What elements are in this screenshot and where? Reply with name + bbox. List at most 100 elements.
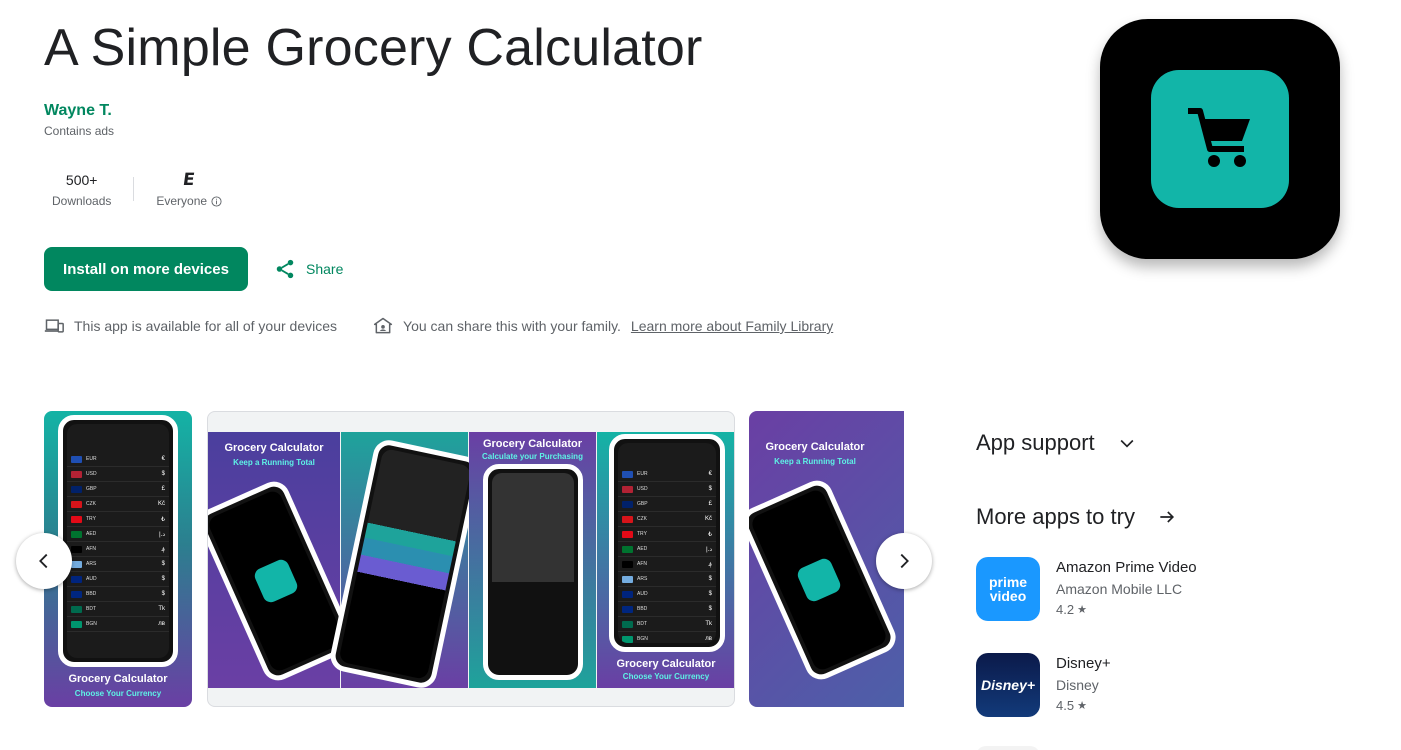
currency-code: USD: [86, 471, 97, 477]
family-home-icon: [373, 317, 393, 334]
flag-icon: [622, 530, 633, 538]
app-card-partial[interactable]: [976, 746, 1040, 750]
screenshot-subtitle: Keep a Running Total: [774, 457, 856, 466]
currency-symbol: Tk: [158, 606, 165, 612]
flag-icon: [71, 455, 82, 463]
currency-row: BBD $: [618, 602, 716, 617]
currency-code: ARS: [86, 561, 97, 567]
esrb-everyone-icon: E: [182, 170, 197, 190]
currency-symbol: $: [708, 591, 712, 597]
cart-logo-icon: [252, 557, 300, 605]
flag-icon: [71, 470, 82, 478]
developer-link[interactable]: Wayne T.: [44, 102, 112, 120]
app-rating: 4.5 ★: [1056, 698, 1087, 713]
currency-symbol: лв: [158, 621, 165, 627]
currency-code: TRY: [86, 516, 96, 522]
currency-symbol: $: [161, 561, 165, 567]
currency-list: EUR € USD $ GBP £ CZK Kč TRY ₺ AED د.إ AFN ؋ ARS $ AUD $ B…: [67, 424, 169, 658]
flag-icon: [622, 635, 633, 643]
install-button[interactable]: Install on more devices: [44, 247, 248, 291]
currency-code: CZK: [637, 516, 647, 522]
flag-icon: [622, 575, 633, 583]
phone-mockup: [483, 464, 583, 680]
currency-symbol: $: [161, 471, 165, 477]
content-rating-text: Everyone: [156, 194, 208, 208]
phone-mockup: EUR € USD $ GBP £ CZK Kč TRY ₺ AED د.إ AFN ؋ ARS $ AUD $ B…: [58, 415, 178, 667]
currency-code: AED: [86, 531, 97, 537]
currency-row: BGN лв: [67, 617, 169, 632]
panel-subtitle: Calculate your Purchasing: [482, 452, 583, 461]
app-card-prime-video[interactable]: prime video Amazon Prime Video Amazon Mo…: [976, 557, 1197, 621]
downloads-value: 500+: [65, 172, 98, 188]
app-title: A Simple Grocery Calculator: [44, 19, 703, 77]
devices-note: This app is available for all of your de…: [44, 316, 337, 336]
currency-code: TRY: [637, 531, 647, 537]
currency-symbol: د.إ: [158, 531, 165, 538]
app-name: Disney+: [1056, 655, 1111, 672]
app-support-heading: App support: [976, 430, 1095, 455]
availability-notes: This app is available for all of your de…: [44, 316, 833, 336]
phone-mockup: EUR € USD $ GBP £ CZK Kč TRY ₺ AED د.إ AFN ؋ ARS $ AUD $ B…: [609, 434, 725, 652]
currency-row: USD $: [67, 467, 169, 482]
chevron-right-icon: [900, 553, 909, 569]
currency-code: BGN: [637, 636, 648, 642]
flag-icon: [622, 605, 633, 613]
currency-code: AUD: [86, 576, 97, 582]
flag-icon: [71, 575, 82, 583]
carousel-prev-button[interactable]: [16, 533, 72, 589]
currency-row: AED د.إ: [618, 542, 716, 557]
flag-icon: [71, 605, 82, 613]
screenshot-carousel: EUR € USD $ GBP £ CZK Kč TRY ₺ AED د.إ AFN ؋ ARS $ AUD $ B…: [44, 411, 904, 711]
panel-running-total: Grocery Calculator Keep a Running Total: [208, 432, 358, 688]
currency-row: GBP £: [67, 482, 169, 497]
currency-row: EUR €: [618, 467, 716, 482]
panel-currency: EUR € USD $ GBP £ CZK Kč TRY ₺ AED د.إ AFN ؋ ARS $ AUD $ B…: [597, 432, 734, 688]
panel-subtitle: Choose Your Currency: [622, 672, 710, 681]
currency-row: ARS $: [67, 557, 169, 572]
carousel-next-button[interactable]: [876, 533, 932, 589]
currency-code: BDT: [86, 606, 96, 612]
currency-symbol: Kč: [157, 501, 165, 507]
flag-icon: [71, 515, 82, 523]
currency-symbol: лв: [705, 636, 712, 642]
share-icon: [276, 259, 294, 279]
more-apps-heading: More apps to try: [976, 504, 1135, 529]
currency-row: BDT Tk: [67, 602, 169, 617]
content-rating-label[interactable]: Everyone: [156, 194, 222, 208]
currency-symbol: د.إ: [705, 546, 712, 553]
family-note: You can share this with your family. Lea…: [373, 316, 833, 336]
content-rating-stat[interactable]: E Everyone: [148, 170, 230, 208]
panel-calculator: Grocery Calculator Calculate your Purcha…: [469, 432, 596, 688]
screenshot-title: Grocery Calculator: [68, 673, 168, 685]
chevron-down-icon: [1120, 439, 1134, 448]
flag-icon: [622, 590, 633, 598]
currency-row: USD $: [618, 482, 716, 497]
currency-symbol: €: [161, 456, 165, 462]
app-rating: 4.2 ★: [1056, 602, 1087, 617]
info-icon[interactable]: [211, 195, 222, 207]
share-button[interactable]: Share: [266, 249, 351, 289]
devices-icon: [44, 319, 64, 333]
flag-icon: [71, 590, 82, 598]
app-card-disney-plus[interactable]: Disney+ Disney+ Disney 4.5 ★: [976, 653, 1111, 717]
currency-code: USD: [637, 486, 648, 492]
flag-icon: [71, 560, 82, 568]
stat-divider: [133, 177, 135, 201]
flag-icon: [71, 485, 82, 493]
currency-row: AED د.إ: [67, 527, 169, 542]
currency-symbol: £: [708, 501, 712, 507]
app-support-toggle[interactable]: App support: [976, 430, 1137, 456]
currency-code: BGN: [86, 621, 97, 627]
panel-title: Grocery Calculator: [616, 658, 716, 670]
phone-mockup: [327, 437, 483, 691]
star-icon: ★: [1077, 604, 1087, 616]
star-icon: ★: [1077, 700, 1087, 712]
currency-code: AED: [637, 546, 648, 552]
family-library-link[interactable]: Learn more about Family Library: [631, 318, 833, 334]
more-apps-link[interactable]: More apps to try: [976, 504, 1177, 530]
flag-icon: [622, 620, 633, 628]
currency-row: TRY ₺: [618, 527, 716, 542]
flag-icon: [622, 560, 633, 568]
currency-symbol: $: [161, 576, 165, 582]
screenshot-2[interactable]: Grocery Calculator Keep a Running Total …: [207, 411, 735, 707]
